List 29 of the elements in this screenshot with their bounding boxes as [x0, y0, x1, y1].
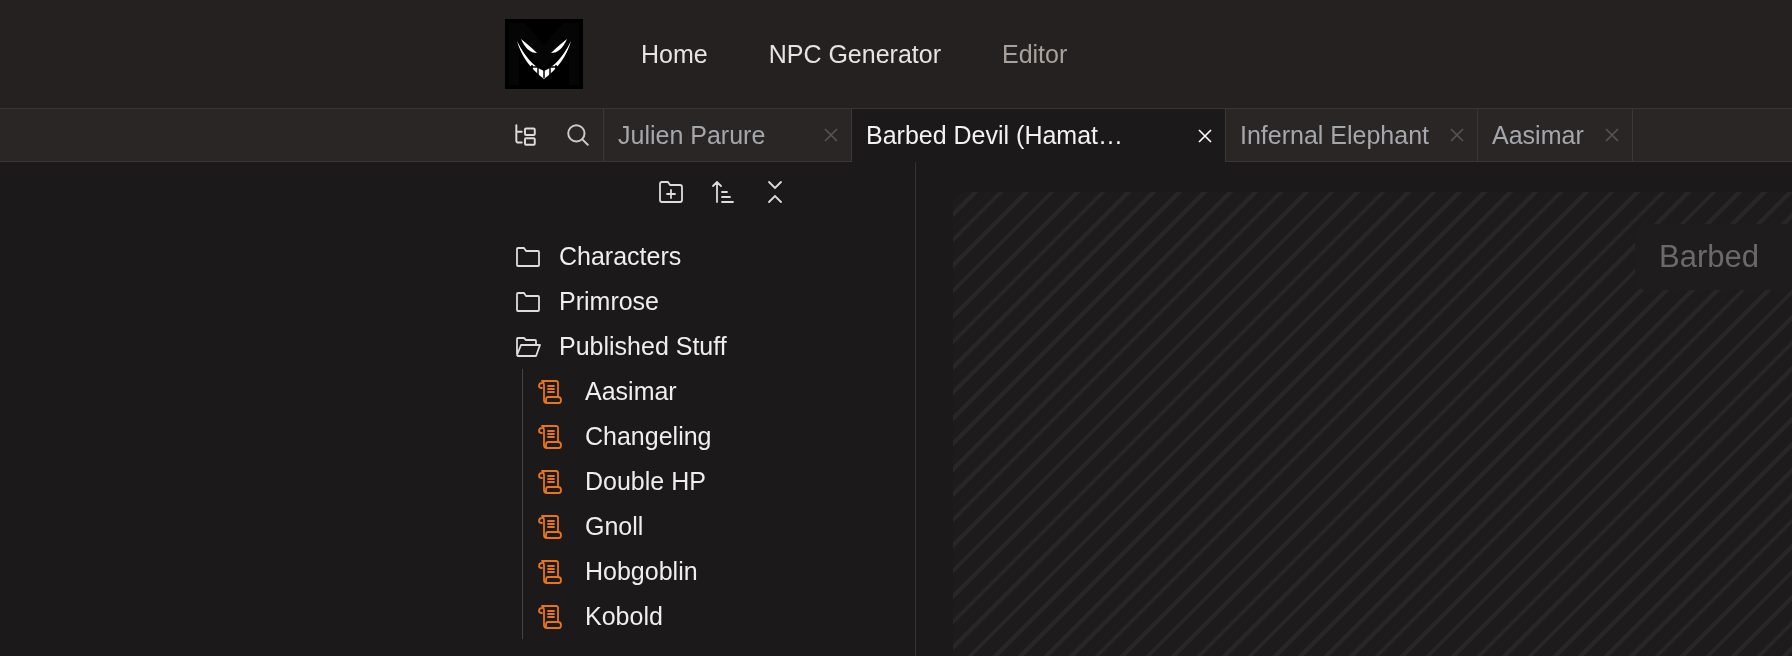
logo-icon[interactable] — [505, 19, 583, 89]
sort-icon[interactable] — [709, 180, 736, 204]
new-folder-icon[interactable] — [657, 180, 684, 204]
editor-tab[interactable]: Barbed Devil (Hamat… — [852, 109, 1226, 162]
scroll-icon — [537, 558, 563, 585]
file-item[interactable]: Aasimar — [537, 369, 915, 414]
scroll-icon — [537, 513, 563, 540]
nav-link[interactable]: Editor — [1002, 39, 1068, 69]
tree-icon[interactable] — [512, 122, 538, 148]
search-icon[interactable] — [565, 122, 591, 148]
folder-item[interactable]: Characters — [515, 234, 915, 279]
file-item[interactable]: Hobgoblin — [537, 549, 915, 594]
nav-link[interactable]: NPC Generator — [768, 39, 941, 69]
scroll-icon — [537, 603, 563, 630]
tab-label: Julien Parure — [618, 120, 766, 150]
folder-item[interactable]: Primrose — [515, 279, 915, 324]
folder-item[interactable]: Published Stuff — [515, 324, 915, 369]
file-item[interactable]: Kobold — [537, 594, 915, 639]
tab-label: Aasimar — [1492, 120, 1584, 150]
nav-link[interactable]: Home — [641, 39, 708, 69]
file-item[interactable]: Double HP — [537, 459, 915, 504]
file-item[interactable]: Changeling — [537, 414, 915, 459]
tab-label: Infernal Elephant — [1240, 120, 1430, 150]
scroll-icon — [537, 378, 563, 405]
file-item[interactable]: Gnoll — [537, 504, 915, 549]
scroll-icon — [537, 468, 563, 495]
scroll-icon — [537, 423, 563, 450]
tab-label: Barbed Devil (Hamat… — [866, 121, 1124, 150]
sheet-title: Barbed — [1659, 239, 1759, 275]
